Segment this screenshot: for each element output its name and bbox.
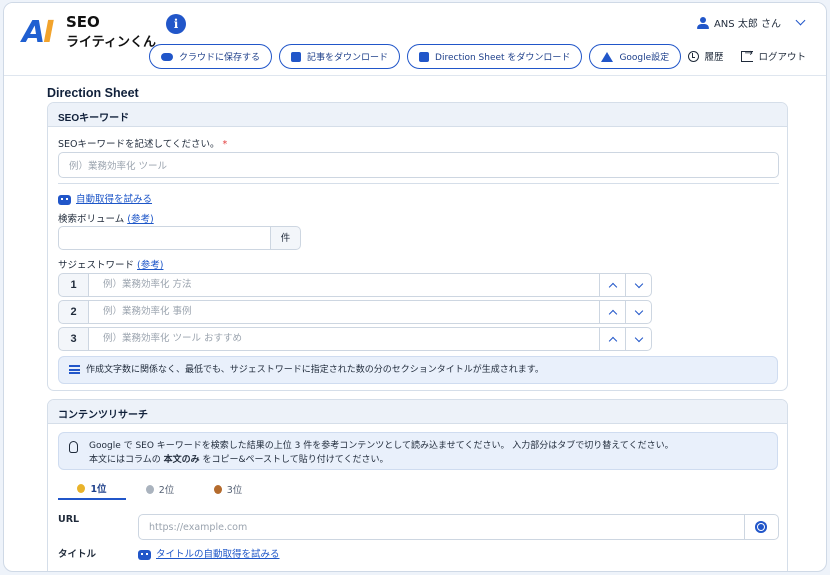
save-cloud-label: クラウドに保存する (179, 53, 261, 63)
tab-rank-3[interactable]: 3位 (194, 478, 262, 500)
suggest-number: 1 (58, 273, 89, 297)
robot-icon (138, 549, 151, 560)
notice-text: 作成文字数に関係なく、最低でも、サジェストワードに指定された数の分のセクションタ… (86, 365, 544, 375)
title-auto-fetch-label: タイトルの自動取得を試みる (156, 549, 280, 560)
divider (58, 183, 779, 184)
download-direction-sheet-label: Direction Sheet をダウンロード (435, 53, 571, 63)
silver-medal-icon (145, 484, 154, 494)
move-up-button[interactable] (600, 273, 626, 297)
tab-rank-1[interactable]: 1位 (58, 478, 126, 500)
seo-section-title: SEOキーワード (48, 103, 787, 127)
download-direction-sheet-button[interactable]: Direction Sheet をダウンロード (407, 44, 583, 69)
info-icon[interactable]: i (166, 14, 186, 34)
suggest-number: 3 (58, 327, 89, 351)
tab-rank-2[interactable]: 2位 (126, 478, 194, 500)
tab-label: 3位 (226, 485, 243, 496)
google-settings-label: Google設定 (619, 53, 670, 63)
google-drive-icon (601, 51, 614, 62)
suggest-input[interactable]: 例）業務効率化 ツール おすすめ (89, 327, 600, 351)
logout-icon (741, 48, 754, 62)
cloud-upload-icon (161, 52, 173, 61)
info-line2-post: をコピー&ペーストして貼り付けてください。 (199, 455, 389, 465)
search-volume-input[interactable] (58, 226, 271, 250)
suggest-label: サジェストワード (参考) (58, 257, 163, 271)
file-download-icon (419, 51, 430, 62)
tab-label: 1位 (90, 484, 107, 495)
move-up-button[interactable] (600, 300, 626, 324)
volume-label-text: 検索ボリューム (58, 214, 125, 225)
move-down-button[interactable] (626, 300, 652, 324)
content-research-section: コンテンツリサーチ Google で SEO キーワードを検索した結果の上位 3… (47, 399, 788, 571)
volume-label: 検索ボリューム (参考) (58, 211, 154, 225)
list-icon (69, 365, 80, 374)
suggest-ref-link[interactable]: (参考) (137, 260, 163, 271)
move-down-button[interactable] (626, 273, 652, 297)
move-down-button[interactable] (626, 327, 652, 351)
user-menu[interactable]: ANS 太郎 さん (696, 15, 806, 30)
keyword-label: SEOキーワードを記述してください。 * (58, 136, 227, 150)
suggest-row: 3 例）業務効率化 ツール おすすめ (58, 327, 652, 351)
logo-line1: SEO (66, 13, 100, 31)
user-name: ANS 太郎 さん (713, 19, 781, 30)
auto-fetch-label: 自動取得を試みる (76, 194, 153, 205)
research-section-title: コンテンツリサーチ (48, 400, 787, 424)
url-label: URL (58, 514, 80, 525)
seo-keyword-input[interactable]: 例）業務効率化 ツール (58, 152, 779, 178)
gold-medal-icon (77, 483, 86, 493)
rank-tabs: 1位 2位 3位 (58, 478, 778, 500)
info-line2-pre: 本文にはコラムの (89, 455, 164, 465)
download-article-label: 記事をダウンロード (307, 53, 389, 63)
logo-line2: ライティンくん (66, 35, 156, 50)
suggest-input[interactable]: 例）業務効率化 方法 (89, 273, 600, 297)
file-download-icon (291, 51, 302, 62)
bronze-medal-icon (213, 484, 222, 494)
required-mark: * (222, 139, 228, 150)
save-cloud-button[interactable]: クラウドに保存する (149, 44, 273, 69)
title-label: タイトル (58, 549, 97, 560)
header-links: 履歴 ログアウト (688, 48, 806, 63)
header: AI SEO ライティンくん i ANS 太郎 さん クラウドに保存する 記事を… (4, 3, 826, 76)
auto-fetch-link[interactable]: 自動取得を試みる (58, 191, 152, 205)
suggest-input[interactable]: 例）業務効率化 事例 (89, 300, 600, 324)
suggest-row: 2 例）業務効率化 事例 (58, 300, 652, 324)
url-input[interactable]: https://example.com (138, 514, 745, 540)
history-icon (688, 50, 700, 62)
tab-label: 2位 (158, 485, 175, 496)
volume-unit: 件 (271, 226, 301, 250)
globe-icon[interactable] (745, 514, 779, 540)
logout-link[interactable]: ログアウト (741, 48, 806, 63)
suggest-number: 2 (58, 300, 89, 324)
logo-text: SEO ライティンくん (66, 13, 156, 50)
google-settings-button[interactable]: Google設定 (589, 44, 682, 69)
page-title: Direction Sheet (47, 86, 139, 100)
app-window: AI SEO ライティンくん i ANS 太郎 さん クラウドに保存する 記事を… (3, 2, 827, 572)
seo-keyword-section: SEOキーワード SEOキーワードを記述してください。 * 例）業務効率化 ツー… (47, 102, 788, 391)
volume-ref-link[interactable]: (参考) (127, 214, 153, 225)
user-icon (696, 16, 709, 29)
move-up-button[interactable] (600, 327, 626, 351)
suggest-notice: 作成文字数に関係なく、最低でも、サジェストワードに指定された数の分のセクションタ… (58, 356, 778, 384)
toolbar: クラウドに保存する 記事をダウンロード Direction Sheet をダウン… (149, 44, 682, 69)
suggest-row: 1 例）業務効率化 方法 (58, 273, 652, 297)
logout-label: ログアウト (758, 52, 806, 63)
history-link[interactable]: 履歴 (688, 49, 723, 63)
info-line2-bold: 本文のみ (163, 455, 200, 465)
info-line2: 本文にはコラムの 本文のみ をコピー&ペーストして貼り付けてください。 (89, 453, 767, 467)
robot-icon (58, 194, 71, 205)
research-info: Google で SEO キーワードを検索した結果の上位 3 件を参考コンテンツ… (58, 432, 778, 470)
history-label: 履歴 (704, 52, 724, 63)
info-line1: Google で SEO キーワードを検索した結果の上位 3 件を参考コンテンツ… (89, 441, 674, 451)
suggest-label-text: サジェストワード (58, 260, 135, 271)
lightbulb-icon (69, 441, 78, 453)
chevron-down-icon (795, 15, 806, 26)
logo-mark: AI (22, 15, 54, 50)
keyword-label-text: SEOキーワードを記述してください。 (58, 139, 220, 150)
download-article-button[interactable]: 記事をダウンロード (279, 44, 401, 69)
title-auto-fetch-link[interactable]: タイトルの自動取得を試みる (138, 546, 280, 560)
